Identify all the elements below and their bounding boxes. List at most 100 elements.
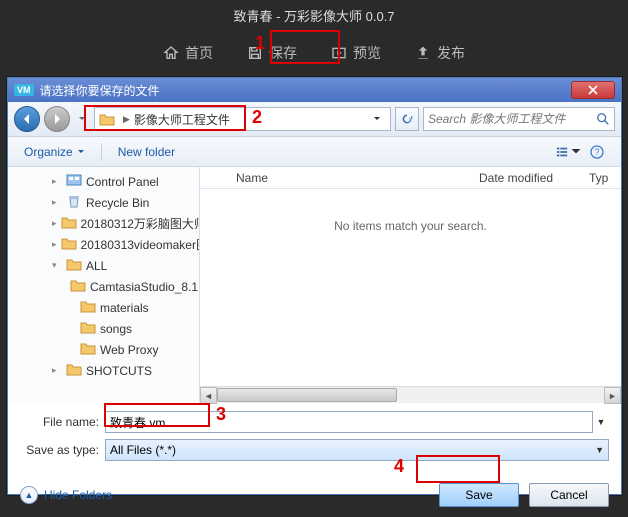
save-dialog: VM 请选择你要保存的文件 ▶ 影像大师工程文件 <box>7 77 622 495</box>
tree-item-label: 20180313videomaker图 <box>81 236 200 253</box>
list-header[interactable]: Name Date modified Typ <box>200 167 621 189</box>
tree-item[interactable]: ▸ 20180312万彩脑图大师 <box>8 213 199 234</box>
organize-button[interactable]: Organize <box>18 142 91 162</box>
tree-arrow: ▸ <box>52 365 62 376</box>
chevron-down-icon <box>77 148 85 156</box>
help-button[interactable]: ? <box>583 141 611 163</box>
file-list: Name Date modified Typ No items match yo… <box>200 167 621 403</box>
col-name[interactable]: Name <box>228 171 471 185</box>
separator <box>101 143 102 161</box>
annotation-num-2: 2 <box>252 107 262 128</box>
view-icon <box>556 145 568 159</box>
folder-icon <box>80 299 96 316</box>
annotation-box-3 <box>104 403 210 427</box>
save-as-type-value: All Files (*.*) <box>110 443 176 457</box>
toolbar-home-label: 首页 <box>185 43 213 63</box>
tree-item-label: 20180312万彩脑图大师 <box>81 215 200 232</box>
new-folder-button[interactable]: New folder <box>112 142 181 162</box>
folder-tree[interactable]: ▸ Control Panel ▸ Recycle Bin ▸ 20180312万彩脑图大… <box>8 167 200 403</box>
annotation-num-3: 3 <box>216 404 226 425</box>
scroll-left-button[interactable]: ◄ <box>200 387 217 404</box>
vm-badge: VM <box>14 84 34 96</box>
tree-arrow: ▸ <box>52 239 57 250</box>
tree-arrow: ▸ <box>52 218 57 229</box>
tree-item[interactable]: ▸ Control Panel <box>8 171 199 192</box>
svg-text:?: ? <box>594 147 599 157</box>
annotation-box-4 <box>416 455 500 483</box>
toolbar-home[interactable]: 首页 <box>155 39 221 67</box>
file-name-label: File name: <box>20 415 105 429</box>
chevron-down-icon <box>570 145 582 159</box>
tree-item-label: Recycle Bin <box>86 196 149 210</box>
dialog-title: 请选择你要保存的文件 <box>40 82 160 99</box>
horizontal-scrollbar[interactable]: ◄ ► <box>200 386 621 403</box>
folder-icon <box>70 278 86 295</box>
dialog-toolbar: Organize New folder ? <box>8 137 621 167</box>
file-name-dropdown[interactable]: ▼ <box>593 417 609 427</box>
chevron-down-icon <box>373 115 381 123</box>
annotation-num-4: 4 <box>394 456 404 477</box>
search-icon <box>596 112 610 126</box>
tree-arrow: ▸ <box>52 197 62 208</box>
col-date[interactable]: Date modified <box>471 171 581 185</box>
upload-icon <box>415 45 431 61</box>
tree-item[interactable]: materials <box>8 297 199 318</box>
scroll-right-button[interactable]: ► <box>604 387 621 404</box>
tree-item-label: materials <box>100 301 149 315</box>
tree-arrow: ▸ <box>52 176 62 187</box>
tree-item[interactable]: ▸ 20180313videomaker图 <box>8 234 199 255</box>
folder-icon <box>61 236 77 253</box>
tree-item[interactable]: Web Proxy <box>8 339 199 360</box>
breadcrumb-dropdown[interactable] <box>368 115 386 123</box>
toolbar-preview-label: 预览 <box>353 43 381 63</box>
tree-arrow: ▾ <box>52 260 62 271</box>
save-as-type-dropdown[interactable]: All Files (*.*) ▼ <box>105 439 609 461</box>
chevron-down-icon: ▼ <box>595 445 604 455</box>
toolbar-publish-label: 发布 <box>437 43 465 63</box>
tree-item[interactable]: ▾ ALL <box>8 255 199 276</box>
close-button[interactable] <box>571 81 615 99</box>
folder-icon <box>61 215 77 232</box>
annotation-box-2 <box>84 105 246 131</box>
folder-icon <box>80 341 96 358</box>
tree-item-label: Web Proxy <box>100 343 158 357</box>
annotation-num-1: 1 <box>255 33 265 54</box>
nav-forward-button[interactable] <box>44 106 70 132</box>
app-title: 致青春 - 万彩影像大师 0.0.7 <box>0 0 628 25</box>
close-icon <box>588 85 598 95</box>
tree-item[interactable]: CamtasiaStudio_8.1.2 <box>8 276 199 297</box>
folder-icon <box>66 173 82 190</box>
tree-item-label: songs <box>100 322 132 336</box>
annotation-box-1 <box>270 30 340 64</box>
tree-item-label: Control Panel <box>86 175 159 189</box>
refresh-button[interactable] <box>395 107 419 131</box>
folder-icon <box>66 194 82 211</box>
tree-item[interactable]: ▸ SHOTCUTS <box>8 360 199 381</box>
tree-item[interactable]: ▸ Recycle Bin <box>8 192 199 213</box>
folder-icon <box>66 362 82 379</box>
tree-item-label: SHOTCUTS <box>86 364 152 378</box>
arrow-right-icon <box>51 113 63 125</box>
dialog-titlebar: VM 请选择你要保存的文件 <box>8 78 621 102</box>
refresh-icon <box>400 112 414 126</box>
nav-back-button[interactable] <box>14 106 40 132</box>
cancel-button[interactable]: Cancel <box>529 483 609 507</box>
tree-item-label: CamtasiaStudio_8.1.2 <box>90 280 200 294</box>
chevron-up-icon: ▲ <box>20 486 38 504</box>
tree-item-label: ALL <box>86 259 107 273</box>
toolbar-publish[interactable]: 发布 <box>407 39 473 67</box>
save-button[interactable]: Save <box>439 483 519 507</box>
hide-folders-button[interactable]: ▲ Hide Folders <box>20 486 112 504</box>
save-as-type-label: Save as type: <box>20 443 105 457</box>
scrollbar-thumb[interactable] <box>217 388 397 402</box>
tree-item[interactable]: songs <box>8 318 199 339</box>
col-type[interactable]: Typ <box>581 171 621 185</box>
home-icon <box>163 45 179 61</box>
search-input[interactable] <box>428 112 596 126</box>
arrow-left-icon <box>21 113 33 125</box>
folder-icon <box>80 320 96 337</box>
help-icon: ? <box>590 145 604 159</box>
search-box[interactable] <box>423 107 615 131</box>
folder-icon <box>66 257 82 274</box>
view-options-button[interactable] <box>555 141 583 163</box>
